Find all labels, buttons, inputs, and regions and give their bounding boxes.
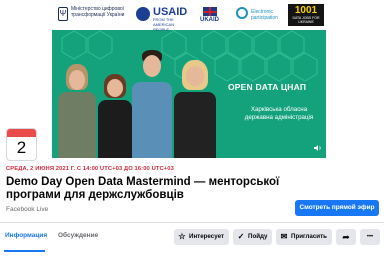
- envelope-icon: ✉: [280, 232, 288, 241]
- tab-info[interactable]: Информация: [5, 232, 47, 239]
- speakers-photo: [52, 30, 232, 158]
- watch-live-button[interactable]: Смотреть прямой эфир: [295, 200, 379, 216]
- usaid-logo: USAID FROM THE AMERICAN PEOPLE: [136, 6, 187, 32]
- tab-discussion[interactable]: Обсуждение: [58, 232, 98, 239]
- union-flag-icon: [203, 7, 217, 16]
- event-source: Facebook Live: [6, 206, 49, 213]
- trident-icon: Ψ: [58, 7, 68, 21]
- invite-button[interactable]: ✉ Пригласить: [276, 229, 332, 245]
- 1001-data-logo: 1001 DATA JOBS FOR UKRAINE: [288, 4, 324, 26]
- e-circle-icon: [236, 7, 248, 19]
- speaker-volume-icon[interactable]: [314, 144, 322, 152]
- speaker-figure: [56, 62, 98, 158]
- active-tab-indicator: [4, 250, 45, 252]
- event-cover-video[interactable]: Ψ Міністерство цифрової трансформації Ук…: [52, 0, 326, 158]
- ukaid-logo: UKAID: [200, 6, 220, 24]
- invite-label: Пригласить: [291, 233, 327, 240]
- going-button[interactable]: ✓ Пойду: [233, 229, 273, 245]
- calendar-month-bar: [7, 129, 36, 137]
- ministry-logo: Ψ Міністерство цифрової трансформації Ук…: [58, 6, 128, 24]
- speaker-figure: [130, 50, 174, 158]
- interested-button[interactable]: ☆ Интересует: [174, 229, 229, 245]
- interested-label: Интересует: [189, 233, 224, 240]
- calendar-day: 2: [16, 138, 27, 157]
- event-date-badge: 2: [6, 128, 37, 161]
- speaker-figure: [172, 60, 218, 158]
- check-circle-icon: ✓: [237, 232, 245, 241]
- star-icon: ☆: [178, 232, 186, 241]
- speaker-figure: [96, 72, 134, 158]
- divider: [0, 222, 384, 223]
- usaid-seal-icon: [136, 7, 150, 21]
- cover-subtitle: Харківська обласна державна адміністраці…: [244, 106, 314, 121]
- going-label: Пойду: [248, 233, 268, 240]
- event-page: Ψ Міністерство цифрової трансформації Ук…: [0, 0, 384, 256]
- event-datetime: СРЕДА, 2 ИЮНЯ 2021 Г. С 14:00 UTC+03 ДО …: [6, 166, 174, 172]
- share-button[interactable]: ➦: [336, 229, 356, 245]
- event-title: Demo Day Open Data Mastermind — менторсь…: [6, 176, 280, 201]
- eparticipation-logo: Electronic participation: [236, 6, 290, 24]
- sponsor-logo-strip: Ψ Міністерство цифрової трансформації Ук…: [52, 0, 326, 32]
- share-arrow-icon: ➦: [342, 232, 350, 242]
- more-options-button[interactable]: •••: [360, 229, 380, 245]
- cover-title: OPEN DATA ЦНАП: [228, 82, 307, 92]
- more-dots-icon: •••: [366, 234, 374, 240]
